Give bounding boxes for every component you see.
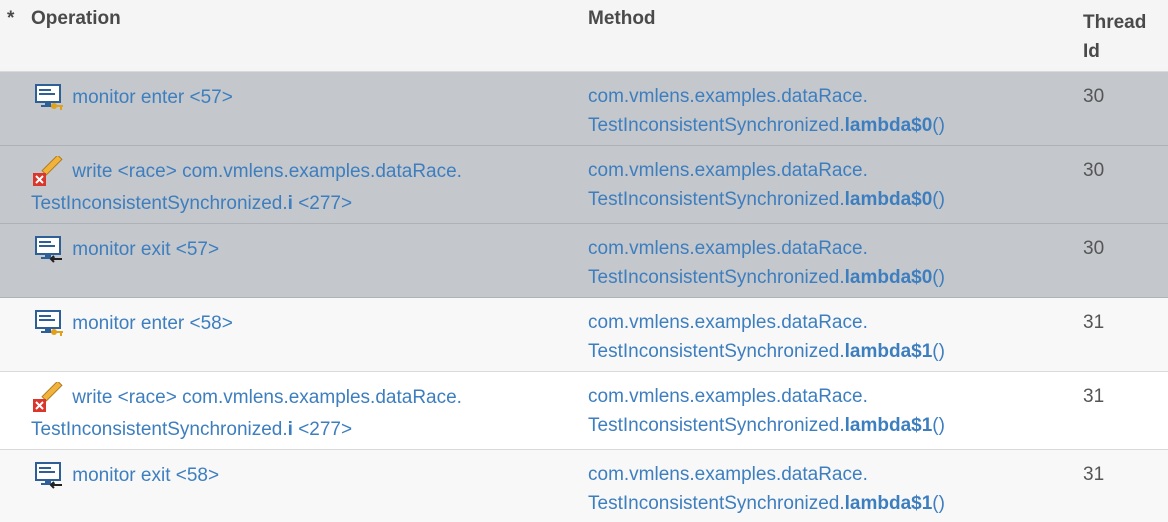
method-class[interactable]: TestInconsistentSynchronized. [588, 267, 845, 288]
operation-cell: monitor exit <58> [31, 460, 551, 492]
method-class[interactable]: TestInconsistentSynchronized. [588, 189, 845, 210]
thread-id-cell: 30 [1083, 238, 1105, 259]
method-name[interactable]: lambda$0 [845, 267, 933, 288]
method-parens: () [932, 115, 945, 136]
operation-cell: monitor enter <58> [31, 308, 551, 340]
operation-text[interactable]: write <race> com.vmlens.examples.dataRac… [72, 161, 462, 182]
header-thread-id[interactable]: Thread Id [1083, 8, 1163, 66]
operation-cell: write <race> com.vmlens.examples.dataRac… [31, 382, 551, 446]
method-class[interactable]: TestInconsistentSynchronized. [588, 415, 845, 436]
operation-text[interactable]: monitor exit <57> [72, 239, 219, 260]
method-cell[interactable]: com.vmlens.examples.dataRace. TestIncons… [588, 82, 1058, 140]
method-package[interactable]: com.vmlens.examples.dataRace. [588, 86, 868, 107]
write-race-icon [33, 156, 67, 186]
operation-text[interactable]: write <race> com.vmlens.examples.dataRac… [72, 387, 462, 408]
trace-table: * Operation Method Thread Id monitor ent… [0, 0, 1168, 522]
operation-field-class[interactable]: TestInconsistentSynchronized. [31, 193, 288, 214]
method-cell[interactable]: com.vmlens.examples.dataRace. TestIncons… [588, 234, 1058, 292]
thread-id-cell: 31 [1083, 464, 1105, 485]
table-row[interactable]: monitor exit <58> com.vmlens.examples.da… [0, 450, 1168, 522]
method-parens: () [932, 189, 945, 210]
operation-text[interactable]: monitor enter <57> [72, 87, 233, 108]
method-name[interactable]: lambda$0 [845, 115, 933, 136]
operation-suffix[interactable]: <277> [293, 419, 352, 440]
write-race-icon [33, 382, 67, 412]
method-cell[interactable]: com.vmlens.examples.dataRace. TestIncons… [588, 308, 1058, 366]
thread-id-cell: 31 [1083, 312, 1105, 333]
monitor-enter-icon [33, 308, 67, 338]
operation-cell: monitor exit <57> [31, 234, 551, 266]
table-header: * Operation Method Thread Id [0, 0, 1168, 72]
operation-cell: monitor enter <57> [31, 82, 551, 114]
method-parens: () [932, 267, 945, 288]
operation-suffix[interactable]: <277> [293, 193, 352, 214]
method-cell[interactable]: com.vmlens.examples.dataRace. TestIncons… [588, 460, 1058, 518]
method-name[interactable]: lambda$1 [845, 415, 933, 436]
header-method[interactable]: Method [588, 8, 656, 30]
method-class[interactable]: TestInconsistentSynchronized. [588, 493, 845, 514]
method-package[interactable]: com.vmlens.examples.dataRace. [588, 312, 868, 333]
method-parens: () [932, 341, 945, 362]
method-parens: () [932, 493, 945, 514]
thread-id-cell: 30 [1083, 86, 1105, 107]
table-row[interactable]: monitor enter <58> com.vmlens.examples.d… [0, 298, 1168, 372]
method-cell[interactable]: com.vmlens.examples.dataRace. TestIncons… [588, 156, 1058, 214]
table-row[interactable]: write <race> com.vmlens.examples.dataRac… [0, 146, 1168, 224]
method-class[interactable]: TestInconsistentSynchronized. [588, 341, 845, 362]
method-name[interactable]: lambda$1 [845, 493, 933, 514]
header-star: * [7, 8, 15, 29]
monitor-exit-icon [33, 234, 67, 264]
table-row[interactable]: write <race> com.vmlens.examples.dataRac… [0, 372, 1168, 450]
method-package[interactable]: com.vmlens.examples.dataRace. [588, 464, 868, 485]
operation-text[interactable]: monitor enter <58> [72, 313, 233, 334]
method-package[interactable]: com.vmlens.examples.dataRace. [588, 386, 868, 407]
table-row[interactable]: monitor exit <57> com.vmlens.examples.da… [0, 224, 1168, 298]
method-package[interactable]: com.vmlens.examples.dataRace. [588, 238, 868, 259]
method-parens: () [932, 415, 945, 436]
method-package[interactable]: com.vmlens.examples.dataRace. [588, 160, 868, 181]
header-operation[interactable]: Operation [31, 8, 121, 30]
operation-cell: write <race> com.vmlens.examples.dataRac… [31, 156, 551, 220]
thread-id-cell: 31 [1083, 386, 1105, 407]
method-name[interactable]: lambda$0 [845, 189, 933, 210]
method-name[interactable]: lambda$1 [845, 341, 933, 362]
operation-text[interactable]: monitor exit <58> [72, 465, 219, 486]
monitor-exit-icon [33, 460, 67, 490]
thread-id-cell: 30 [1083, 160, 1105, 181]
table-row[interactable]: monitor enter <57> com.vmlens.examples.d… [0, 72, 1168, 146]
operation-field-class[interactable]: TestInconsistentSynchronized. [31, 419, 288, 440]
method-class[interactable]: TestInconsistentSynchronized. [588, 115, 845, 136]
monitor-enter-icon [33, 82, 67, 112]
method-cell[interactable]: com.vmlens.examples.dataRace. TestIncons… [588, 382, 1058, 440]
